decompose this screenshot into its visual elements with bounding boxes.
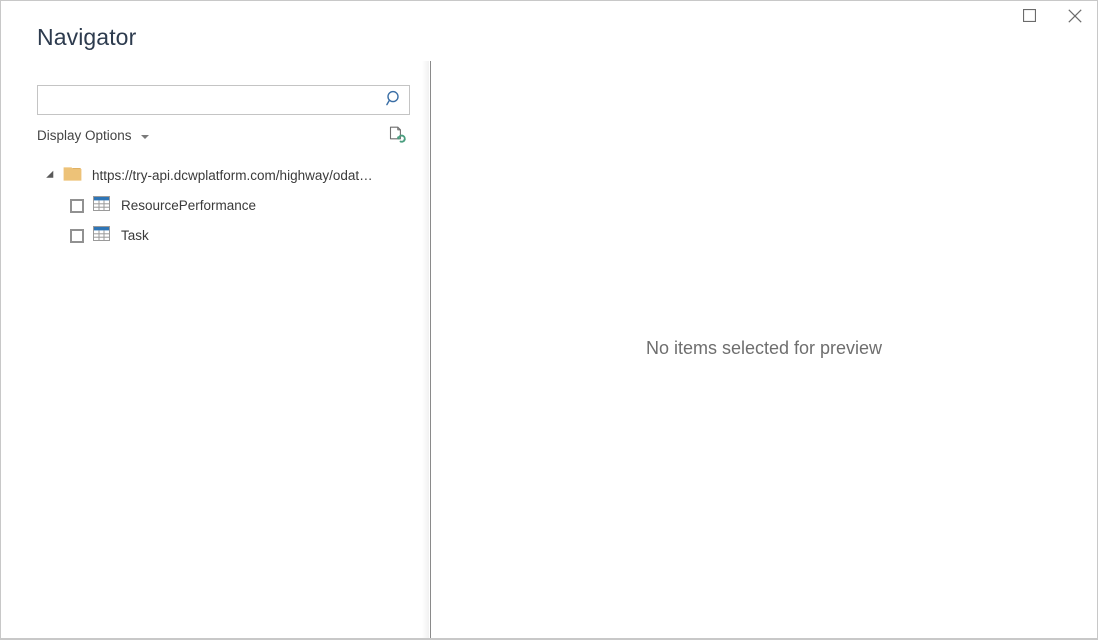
maximize-icon [1023, 9, 1036, 22]
tree-item-checkbox[interactable] [70, 199, 84, 213]
tree-item-label: ResourcePerformance [121, 198, 257, 213]
tree-item-resourceperformance[interactable]: ResourcePerformance [37, 191, 414, 221]
preview-pane: No items selected for preview [431, 61, 1097, 639]
pane-splitter[interactable] [422, 61, 431, 639]
search-row [37, 85, 410, 115]
maximize-button[interactable] [1007, 1, 1052, 30]
tree-item-task[interactable]: Task [37, 221, 414, 251]
close-button[interactable] [1052, 1, 1097, 30]
table-icon [93, 226, 110, 246]
search-button[interactable] [379, 86, 409, 114]
tree-item-label: Task [121, 228, 149, 243]
page-title: Navigator [37, 24, 137, 50]
search-input[interactable] [38, 87, 379, 113]
expander-expanded-icon[interactable] [43, 168, 59, 184]
search-icon [385, 90, 403, 110]
display-options-label: Display Options [37, 128, 132, 143]
preview-empty-message: No items selected for preview [645, 337, 883, 358]
refresh-button[interactable] [386, 125, 410, 147]
tree-item-checkbox[interactable] [70, 229, 84, 243]
splitter-shadow [422, 61, 429, 639]
dialog-bottom-edge [1, 638, 1097, 639]
table-icon [93, 196, 110, 216]
options-row: Display Options [37, 125, 410, 147]
navigator-left-pane: Display Options https://try-api.dcwplatf… [1, 61, 430, 639]
search-box[interactable] [37, 85, 410, 115]
tree-root-node[interactable]: https://try-api.dcwplatform.com/highway/… [37, 161, 414, 191]
chevron-down-icon [140, 135, 149, 139]
window-controls [1007, 1, 1097, 31]
tree-root-label: https://try-api.dcwplatform.com/highway/… [92, 168, 373, 183]
navigator-dialog: Navigator Display Options https://try-ap… [0, 0, 1098, 640]
close-icon [1067, 8, 1082, 23]
display-options-dropdown[interactable]: Display Options [37, 127, 149, 145]
source-tree: https://try-api.dcwplatform.com/highway/… [37, 161, 414, 631]
refresh-document-icon [389, 126, 407, 147]
folder-icon [63, 166, 82, 187]
